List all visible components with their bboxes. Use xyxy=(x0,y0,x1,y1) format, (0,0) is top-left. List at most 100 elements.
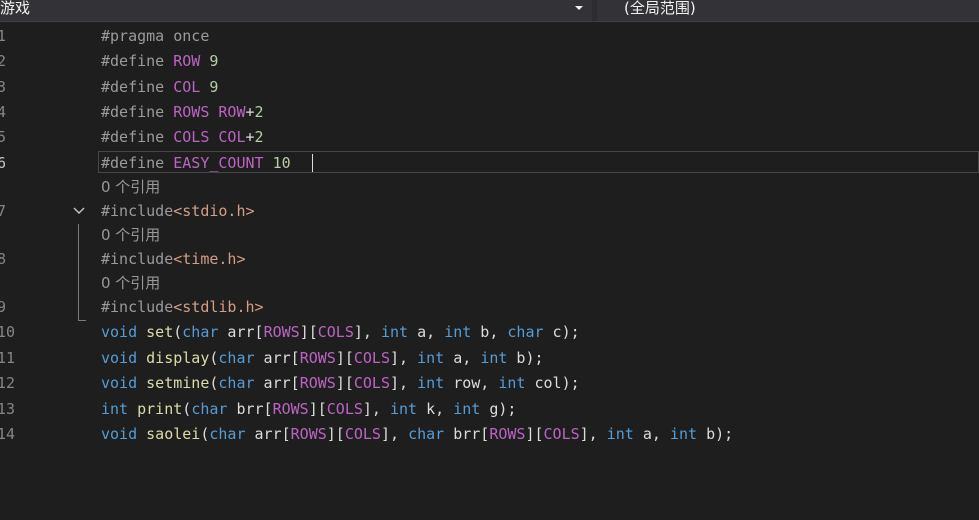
keyword-token: void xyxy=(101,425,138,443)
code-token: ], xyxy=(380,425,409,443)
code-text[interactable]: #define ROW 9 xyxy=(101,49,218,73)
code-token: + xyxy=(245,128,255,146)
code-line[interactable]: 14 void saolei(char arr[ROWS][COLS], cha… xyxy=(0,422,979,446)
code-token: ], xyxy=(353,323,381,341)
keyword-token: char xyxy=(408,425,445,443)
preprocessor-token: #define xyxy=(101,78,174,96)
code-text[interactable]: #define COL 9 xyxy=(101,75,218,99)
code-token: ], xyxy=(579,425,607,443)
code-line[interactable]: 7 #include<stdio.h> xyxy=(0,199,979,223)
keyword-token: char xyxy=(507,323,544,341)
code-text[interactable]: #define ROWS ROW+2 xyxy=(101,100,264,124)
code-line[interactable]: 2 #define ROW 9 xyxy=(0,49,979,73)
code-lens[interactable]: 0 个引用 xyxy=(0,223,979,247)
macro-token: ROWS xyxy=(173,103,210,121)
code-text[interactable]: #include<stdio.h> xyxy=(101,199,255,223)
code-lens-references[interactable]: 0 个引用 xyxy=(101,223,160,247)
line-number: 8 xyxy=(0,250,7,268)
code-line[interactable]: 9 #include<stdlib.h> xyxy=(0,295,979,319)
code-token: arr[ xyxy=(218,323,264,341)
code-token: ][ xyxy=(308,400,327,418)
current-code-line[interactable]: 6 #define EASY_COUNT 10 xyxy=(0,151,979,175)
code-line[interactable]: 3 #define COL 9 xyxy=(0,75,979,99)
code-text[interactable]: int print(char brr[ROWS][COLS], int k, i… xyxy=(101,397,516,421)
macro-token: ROWS xyxy=(272,400,309,418)
line-number: 11 xyxy=(0,349,16,367)
code-token: brr[ xyxy=(444,425,490,443)
code-text[interactable]: #define EASY_COUNT 10 xyxy=(101,151,291,175)
macro-token: COL xyxy=(173,78,201,96)
code-text[interactable]: #include<stdlib.h> xyxy=(101,295,264,319)
text-caret xyxy=(312,154,313,172)
code-text[interactable]: #include<time.h> xyxy=(101,247,246,271)
keyword-token: char xyxy=(191,400,228,418)
code-lens[interactable]: 0 个引用 xyxy=(0,271,979,295)
line-number: 7 xyxy=(0,202,7,220)
code-text[interactable]: void set(char arr[ROWS][COLS], int a, in… xyxy=(101,320,580,344)
macro-token: COLS xyxy=(317,323,354,341)
code-line[interactable]: 8 #include<time.h> xyxy=(0,247,979,271)
header-name-token: <stdlib.h> xyxy=(173,298,264,316)
code-line[interactable]: 5 #define COLS COL+2 xyxy=(0,125,979,149)
line-number: 10 xyxy=(0,323,16,341)
code-token: ][ xyxy=(299,323,318,341)
macro-token: ROWS xyxy=(489,425,526,443)
line-number: 3 xyxy=(0,78,7,96)
code-token: b); xyxy=(697,425,734,443)
collapse-chevron-icon[interactable] xyxy=(72,205,86,217)
code-token: ( xyxy=(173,323,183,341)
code-text[interactable]: void setmine(char arr[ROWS][COLS], int r… xyxy=(101,371,580,395)
code-lens-references[interactable]: 0 个引用 xyxy=(101,175,160,199)
code-token: ( xyxy=(182,400,192,418)
keyword-token: char xyxy=(209,425,246,443)
code-text[interactable]: #pragma once xyxy=(101,24,209,48)
code-line[interactable]: 13 int print(char brr[ROWS][COLS], int k… xyxy=(0,397,979,421)
chevron-down-icon[interactable] xyxy=(575,6,583,10)
preprocessor-token: #include xyxy=(101,298,174,316)
code-line[interactable]: 12 void setmine(char arr[ROWS][COLS], in… xyxy=(0,371,979,395)
code-text[interactable]: void display(char arr[ROWS][COLS], int a… xyxy=(101,346,544,370)
scope-dropdown[interactable]: 游戏 xyxy=(0,0,592,21)
code-token: ][ xyxy=(326,425,345,443)
code-token: b, xyxy=(471,323,508,341)
code-line[interactable]: 1 #pragma once xyxy=(0,24,979,48)
keyword-token: int xyxy=(669,425,698,443)
code-line[interactable]: 10 void set(char arr[ROWS][COLS], int a,… xyxy=(0,320,979,344)
macro-token: ROWS xyxy=(299,374,336,392)
header-name-token: <stdio.h> xyxy=(173,202,255,220)
code-token: a, xyxy=(408,323,445,341)
macro-token: ROWS xyxy=(263,323,300,341)
macro-token: ROWS xyxy=(290,425,327,443)
member-dropdown[interactable]: (全局范围) xyxy=(597,0,979,21)
function-name-token: saolei xyxy=(146,425,201,443)
line-number: 4 xyxy=(0,103,7,121)
code-token: arr[ xyxy=(254,374,300,392)
number-token: 9 xyxy=(200,78,219,96)
code-token: ][ xyxy=(525,425,544,443)
keyword-token: void xyxy=(101,374,138,392)
code-token: a, xyxy=(444,349,481,367)
macro-token: COLS xyxy=(326,400,363,418)
function-name-token: setmine xyxy=(146,374,210,392)
code-line[interactable]: 11 void display(char arr[ROWS][COLS], in… xyxy=(0,346,979,370)
line-number: 2 xyxy=(0,52,7,70)
code-token: c); xyxy=(543,323,580,341)
code-token: g); xyxy=(480,400,517,418)
code-token: + xyxy=(245,103,255,121)
macro-token: EASY_COUNT xyxy=(173,154,264,172)
code-line[interactable]: 4 #define ROWS ROW+2 xyxy=(0,100,979,124)
function-name-token: set xyxy=(146,323,174,341)
code-text[interactable]: void saolei(char arr[ROWS][COLS], char b… xyxy=(101,422,733,446)
code-lens[interactable]: 0 个引用 xyxy=(0,175,979,199)
code-editor[interactable]: 1 #pragma once 2 #define ROW 9 3 #define… xyxy=(0,22,979,520)
keyword-token: int xyxy=(390,400,418,418)
code-token: a, xyxy=(633,425,670,443)
code-text[interactable]: #define COLS COL+2 xyxy=(101,125,264,149)
code-lens-references[interactable]: 0 个引用 xyxy=(101,271,160,295)
preprocessor-token: #define xyxy=(101,128,174,146)
macro-token: COLS xyxy=(344,425,381,443)
